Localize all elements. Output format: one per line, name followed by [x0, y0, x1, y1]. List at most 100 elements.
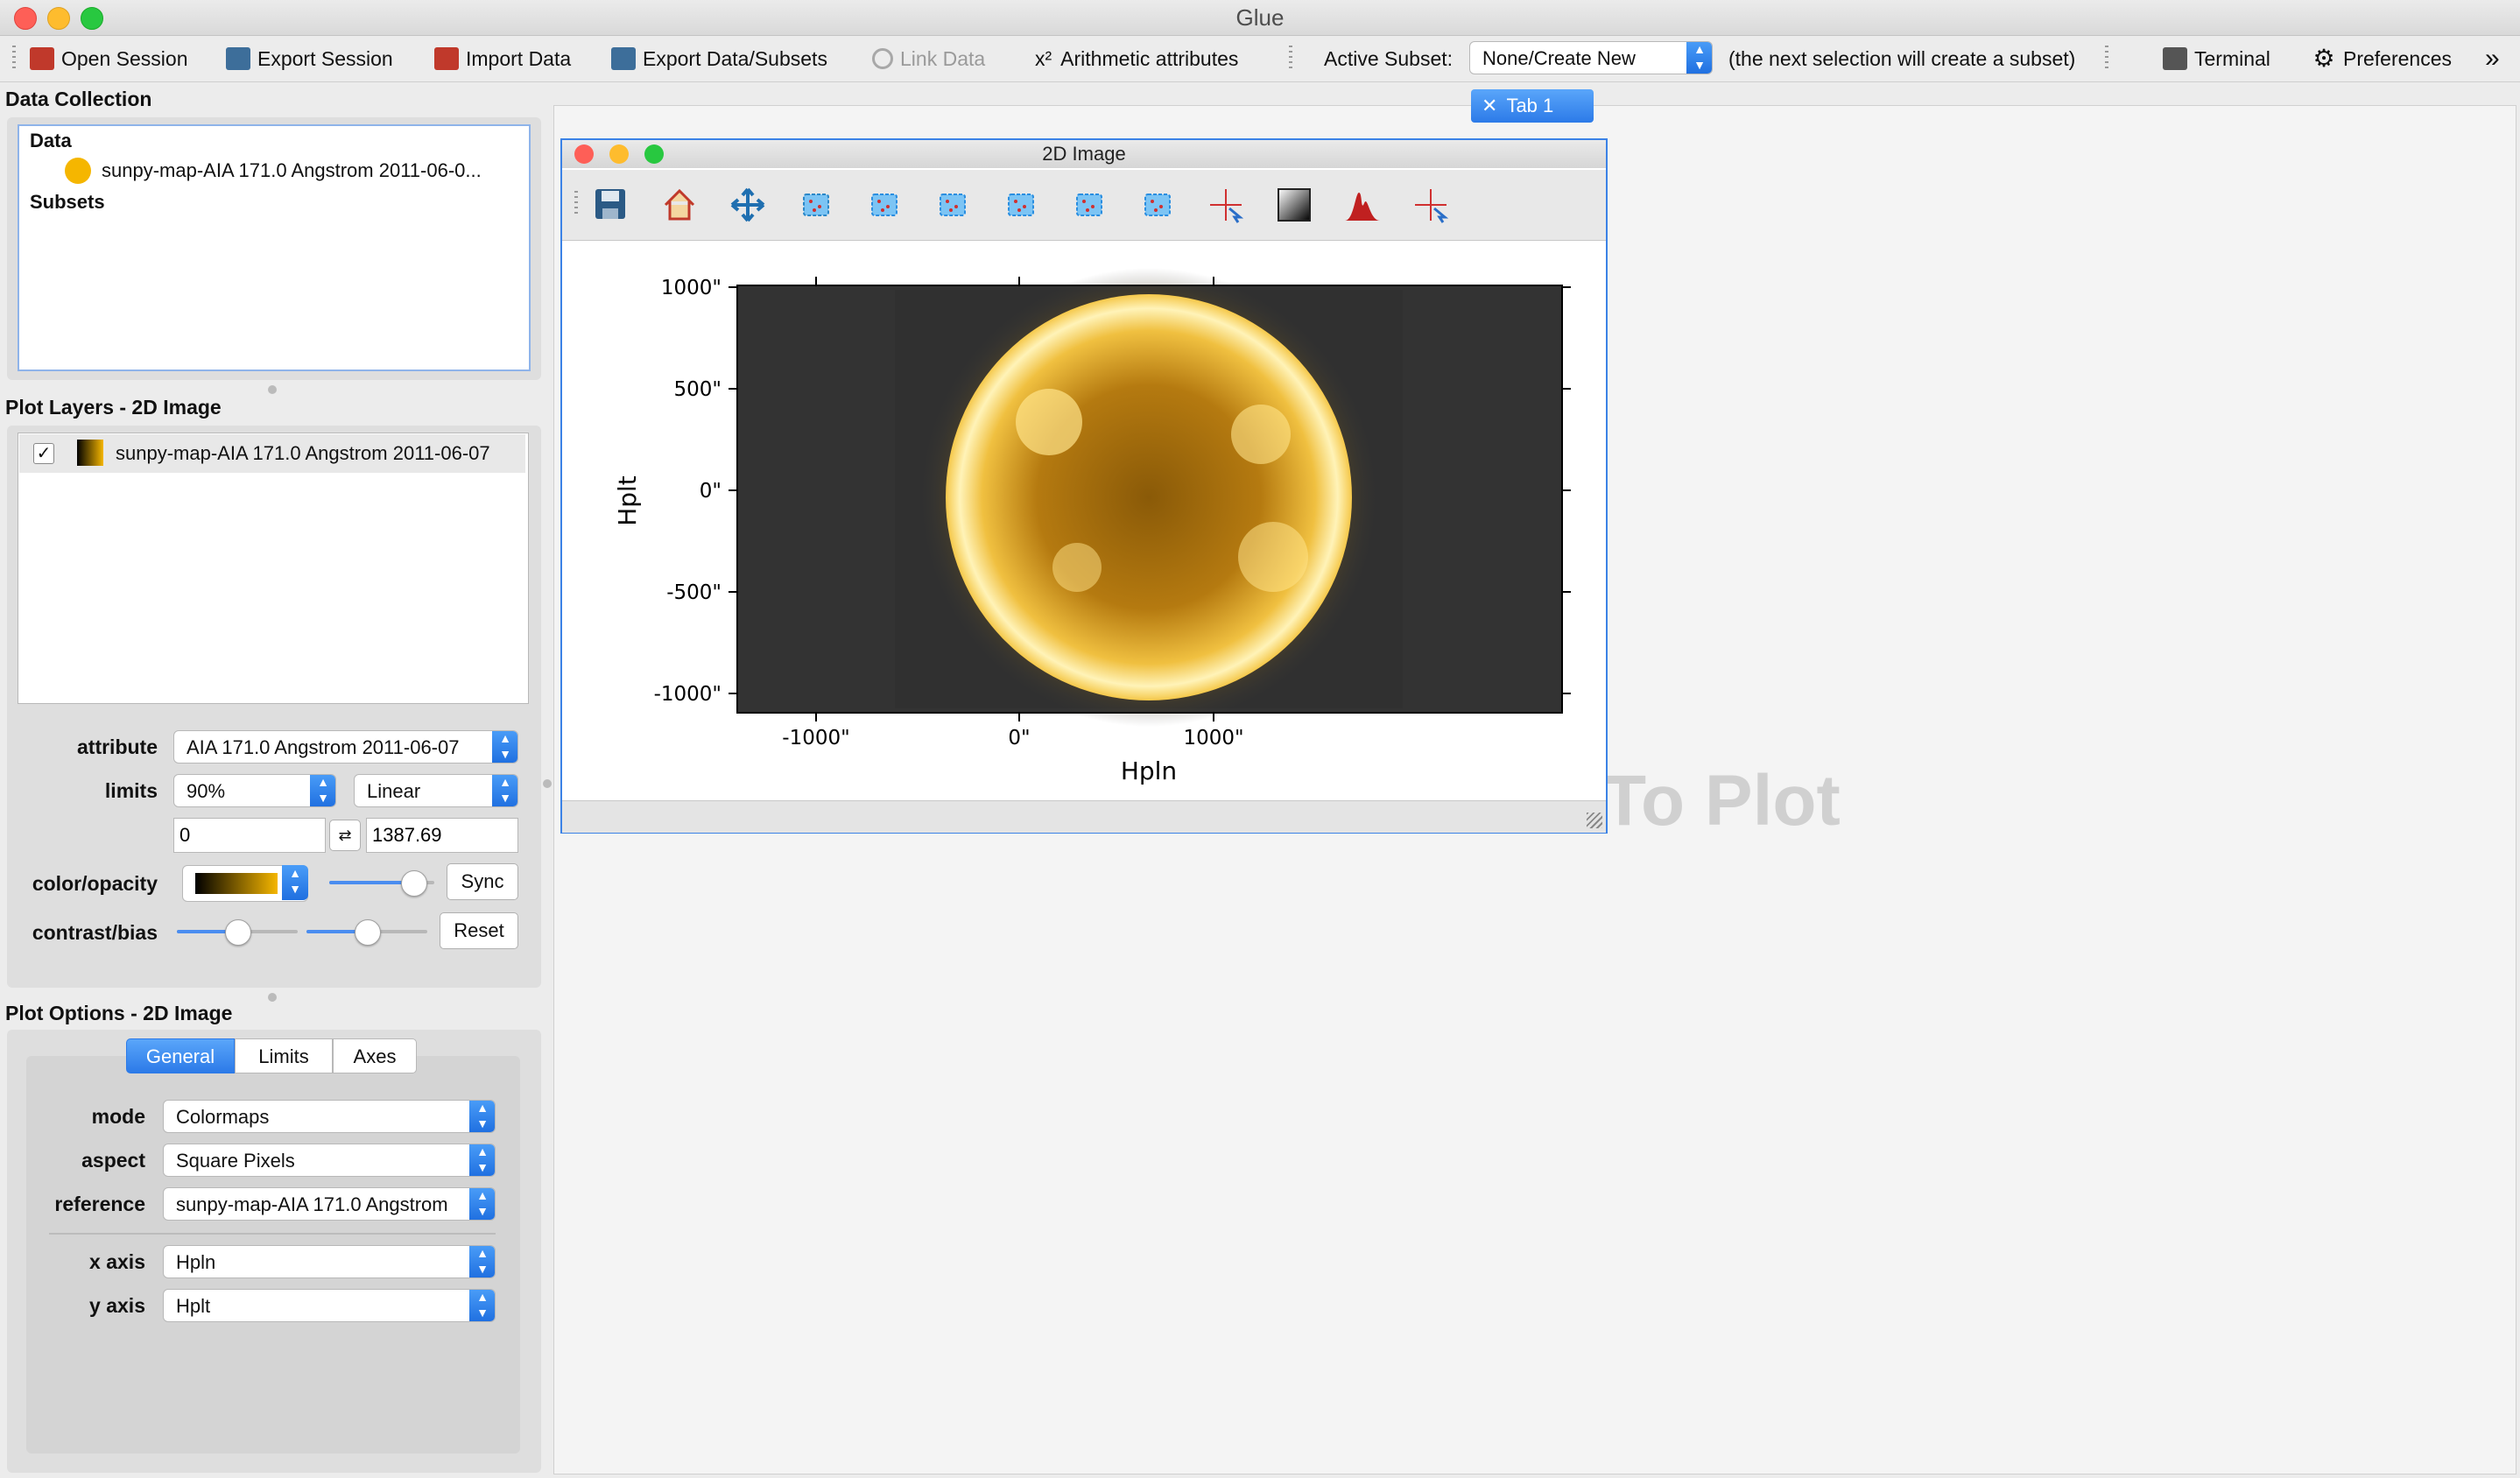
data-item-sunpy-map[interactable]: sunpy-map-AIA 171.0 Angstrom 2011-06-0..…: [102, 159, 482, 182]
data-header: Data: [30, 130, 72, 151]
limits-stretch-select[interactable]: Linear ▲ ▼: [354, 774, 518, 807]
yrange-select-icon[interactable]: [1002, 186, 1040, 224]
limits-stretch-value: Linear: [367, 780, 421, 802]
mode-label: mode: [91, 1105, 145, 1128]
plot-layers-title: Plot Layers - 2D Image: [5, 396, 222, 419]
chevron-updown-icon: ▲ ▼: [469, 1101, 495, 1132]
active-region: [1231, 405, 1291, 464]
export-data-subsets-button[interactable]: Export Data/Subsets: [611, 36, 827, 81]
subset-hint: (the next selection will create a subset…: [1728, 47, 2076, 70]
import-data-button[interactable]: Import Data: [434, 36, 571, 81]
pixel-info-icon[interactable]: [1411, 186, 1450, 224]
folder-icon: [434, 46, 459, 70]
image-plot[interactable]: -1000" 0" 1000" 1000" 500" 0" -500" -1000" Hpln H…: [562, 242, 1606, 799]
close-viewer-button[interactable]: [574, 144, 594, 164]
options-divider: [49, 1233, 496, 1235]
close-window-button[interactable]: [14, 7, 37, 30]
x-tick-label: 0": [1008, 727, 1030, 750]
crosshair-icon[interactable]: [1207, 186, 1245, 224]
swap-limits-button[interactable]: ⇄: [329, 820, 361, 851]
colormap-swatch: [195, 873, 278, 894]
colormap-select[interactable]: ▲ ▼: [182, 865, 308, 902]
limits-percentile-value: 90%: [187, 780, 226, 802]
limit-max-input[interactable]: [366, 818, 518, 853]
tab-general[interactable]: General: [126, 1038, 235, 1073]
bias-knob[interactable]: [355, 919, 381, 946]
open-session-label: Open Session: [61, 47, 188, 70]
tab-1[interactable]: ✕ Tab 1: [1471, 89, 1594, 123]
circle-select-icon[interactable]: [1070, 186, 1109, 224]
attribute-select[interactable]: AIA 171.0 Angstrom 2011-06-07 ▲ ▼: [173, 730, 518, 764]
limit-min-input[interactable]: [173, 818, 326, 853]
home-icon[interactable]: [660, 186, 699, 224]
attribute-label: attribute: [77, 735, 158, 758]
resize-grip-icon[interactable]: [1587, 813, 1602, 828]
splitter-handle[interactable]: [268, 993, 277, 1002]
contrast-slider[interactable]: [177, 919, 298, 946]
x-tick-label: -1000": [782, 727, 849, 750]
data-color-icon: [65, 158, 91, 184]
active-region: [1052, 543, 1102, 592]
contrast-icon[interactable]: [1275, 186, 1313, 224]
splitter-handle[interactable]: [543, 779, 552, 788]
maximize-viewer-button[interactable]: [644, 144, 664, 164]
bias-slider[interactable]: [306, 919, 427, 946]
gear-icon: ⚙: [2312, 44, 2335, 72]
link-data-button[interactable]: Link Data: [872, 36, 985, 81]
preferences-label: Preferences: [2343, 47, 2453, 70]
chevron-updown-icon: ▲ ▼: [492, 731, 517, 763]
reset-button[interactable]: Reset: [440, 912, 518, 949]
splitter-handle[interactable]: [268, 385, 277, 394]
save-icon: [611, 46, 636, 70]
export-session-button[interactable]: Export Session: [226, 36, 393, 81]
attribute-value: AIA 171.0 Angstrom 2011-06-07: [187, 736, 460, 758]
limits-label: limits: [104, 779, 158, 802]
toolbar-grip[interactable]: [1289, 46, 1292, 70]
minimize-viewer-button[interactable]: [609, 144, 629, 164]
plot-layers-list[interactable]: [18, 433, 529, 704]
close-tab-icon[interactable]: ✕: [1482, 95, 1497, 116]
reference-select[interactable]: sunpy-map-AIA 171.0 Angstrom ▲ ▼: [163, 1187, 496, 1221]
limits-percentile-select[interactable]: 90% ▲ ▼: [173, 774, 336, 807]
active-subset-value: None/Create New: [1482, 47, 1636, 69]
image-viewer-titlebar: 2D Image: [562, 140, 1606, 168]
link-icon: [872, 47, 893, 69]
rectangle-select-icon[interactable]: [865, 186, 904, 224]
x-tick-label: 1000": [1183, 727, 1243, 750]
histogram-icon[interactable]: [1343, 186, 1382, 224]
y-axis-label: y axis: [89, 1294, 145, 1317]
tab-1-label: Tab 1: [1506, 95, 1554, 116]
tab-axes[interactable]: Axes: [333, 1038, 417, 1073]
arithmetic-attributes-button[interactable]: x² Arithmetic attributes: [1035, 36, 1238, 81]
xrange-select-icon[interactable]: [933, 186, 972, 224]
sync-button[interactable]: Sync: [447, 863, 518, 900]
active-region: [1016, 389, 1082, 455]
zoom-window-button[interactable]: [81, 7, 103, 30]
layer-visibility-checkbox[interactable]: ✓: [33, 443, 54, 464]
contrast-knob[interactable]: [225, 919, 251, 946]
terminal-button[interactable]: Terminal: [2163, 36, 2270, 81]
toolbar-grip[interactable]: [574, 191, 578, 215]
active-subset-select[interactable]: None/Create New ▲ ▼: [1469, 41, 1713, 74]
toolbar-overflow-button[interactable]: »: [2485, 36, 2500, 81]
pan-icon[interactable]: [729, 186, 767, 224]
mode-select[interactable]: Colormaps ▲ ▼: [163, 1100, 496, 1133]
save-icon[interactable]: [592, 186, 630, 224]
preferences-button[interactable]: ⚙ Preferences: [2312, 36, 2452, 81]
chevron-updown-icon: ▲ ▼: [310, 775, 335, 806]
arithmetic-attributes-label: Arithmetic attributes: [1060, 47, 1239, 70]
open-session-button[interactable]: Open Session: [30, 36, 187, 81]
polygon-select-icon[interactable]: [1138, 186, 1177, 224]
y-axis-select[interactable]: Hplt ▲ ▼: [163, 1289, 496, 1322]
aspect-select[interactable]: Square Pixels ▲ ▼: [163, 1144, 496, 1177]
opacity-knob[interactable]: [401, 870, 427, 897]
tab-limits[interactable]: Limits: [235, 1038, 333, 1073]
toolbar-grip[interactable]: [2105, 46, 2108, 70]
opacity-slider[interactable]: [329, 870, 434, 897]
zoom-icon[interactable]: [797, 186, 835, 224]
toolbar-grip[interactable]: [12, 46, 16, 70]
terminal-icon: [2163, 46, 2187, 70]
x-axis-select[interactable]: Hpln ▲ ▼: [163, 1245, 496, 1278]
y-axis-value: Hplt: [176, 1295, 211, 1317]
minimize-window-button[interactable]: [47, 7, 70, 30]
